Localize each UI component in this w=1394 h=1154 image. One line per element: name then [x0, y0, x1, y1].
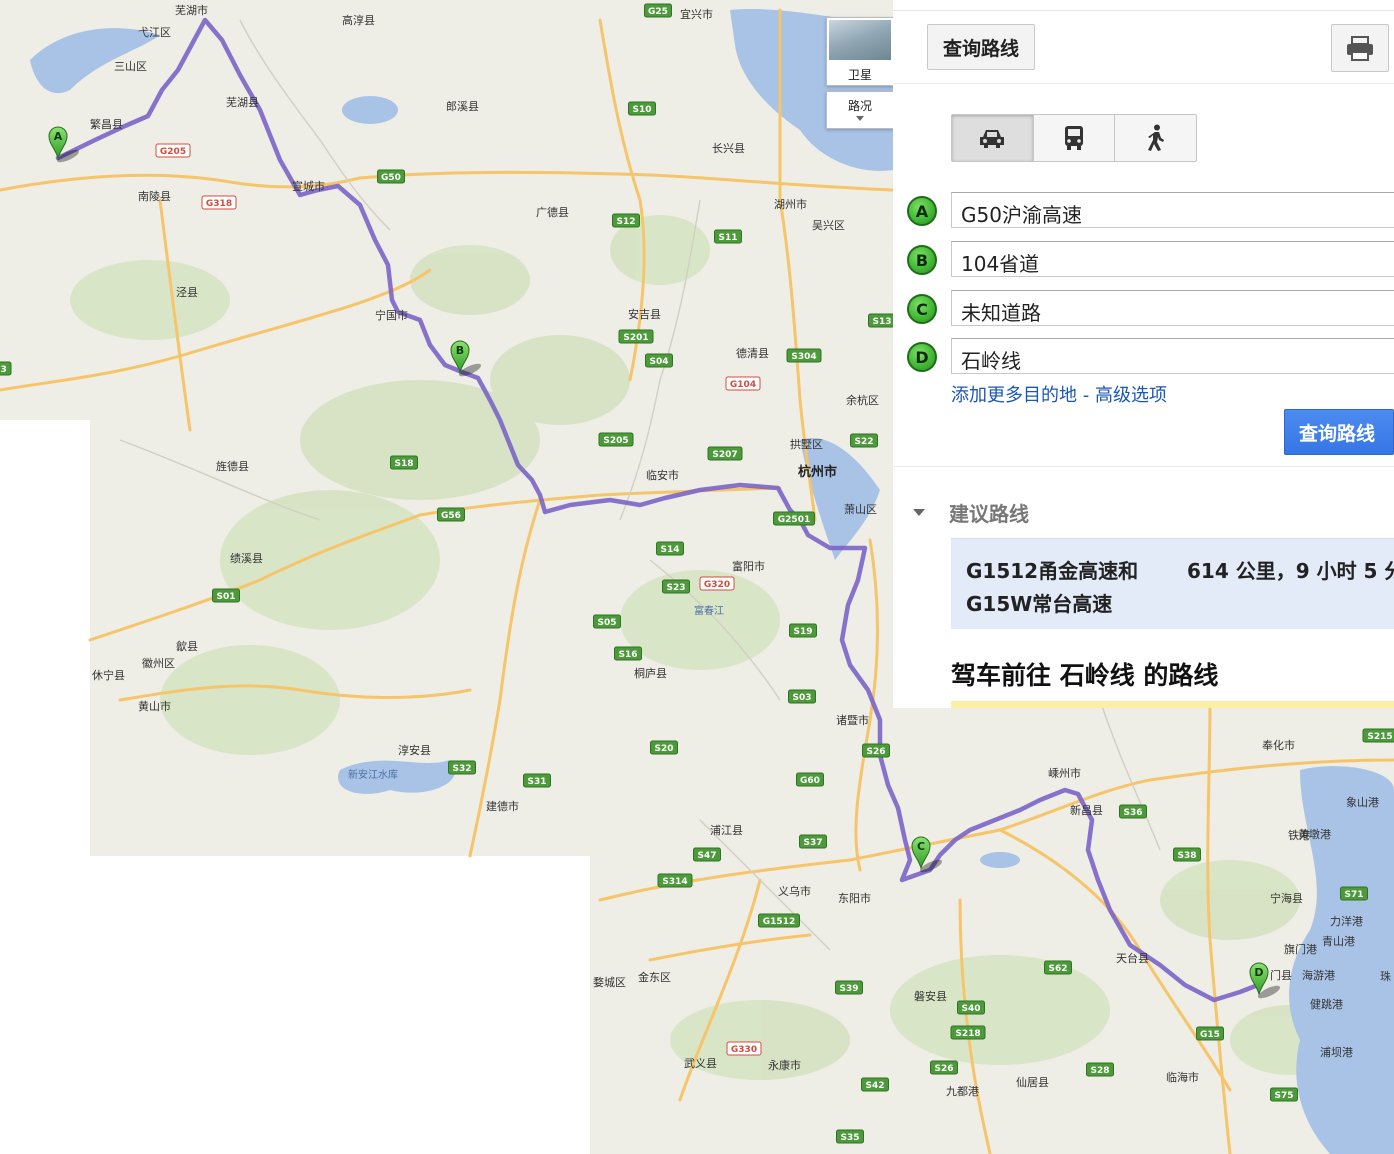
route-option[interactable]: G1512甬金高速和 G15W常台高速 614 公里，9 小时 5 分 — [951, 538, 1394, 629]
satellite-thumbnail — [829, 20, 891, 60]
waypoint-input[interactable]: G50沪渝高速 — [951, 192, 1394, 228]
advanced-options-link[interactable]: 高级选项 — [1095, 385, 1167, 406]
travel-mode-selector — [951, 114, 1197, 162]
suggested-routes-title: 建议路线 — [949, 502, 1029, 526]
suggested-routes-header[interactable]: 建议路线 — [913, 498, 1029, 527]
traffic-label: 路况 — [847, 99, 872, 113]
directions-panel: 查询路线 A G50沪渝高速 B 104省道 C 未知道路 D 石岭线 添加更多… — [893, 0, 1394, 708]
satellite-toggle[interactable]: 卫星 — [826, 17, 894, 86]
print-button[interactable] — [1331, 24, 1389, 72]
route-name: G1512甬金高速和 G15W常台高速 — [966, 559, 1139, 616]
add-destination-link[interactable]: 添加更多目的地 — [951, 385, 1077, 406]
caret-down-icon — [913, 509, 925, 516]
query-route-button-top[interactable]: 查询路线 — [927, 24, 1035, 70]
traffic-toggle[interactable]: 路况 — [826, 91, 894, 129]
car-icon — [980, 130, 1005, 148]
mode-car[interactable] — [952, 115, 1034, 161]
divider — [893, 466, 1394, 467]
walk-icon — [1147, 124, 1164, 151]
highlight-bar — [951, 701, 1394, 708]
panel-top-border — [893, 0, 1394, 11]
waypoint-input[interactable]: 未知道路 — [951, 290, 1394, 326]
printer-icon — [1347, 36, 1373, 61]
satellite-label: 卫星 — [847, 68, 872, 82]
mode-transit[interactable] — [1034, 115, 1116, 161]
waypoint-badge[interactable]: C — [907, 294, 937, 324]
drive-directions-title: 驾车前往 石岭线 的路线 — [951, 661, 1219, 690]
bus-icon — [1065, 126, 1083, 150]
waypoint-badge[interactable]: B — [907, 245, 937, 275]
waypoint-input[interactable]: 石岭线 — [951, 338, 1394, 374]
mode-walk[interactable] — [1115, 115, 1196, 161]
waypoint-badge[interactable]: D — [907, 342, 937, 372]
waypoint-input[interactable]: 104省道 — [951, 241, 1394, 277]
chevron-down-icon — [856, 116, 864, 121]
divider — [893, 83, 1394, 84]
options-links: 添加更多目的地 - 高级选项 — [951, 381, 1167, 407]
route-distance-time: 614 公里，9 小时 5 分 — [1187, 559, 1394, 583]
waypoint-badge[interactable]: A — [907, 196, 937, 226]
link-separator: - — [1077, 385, 1095, 406]
query-route-button[interactable]: 查询路线 — [1284, 409, 1394, 455]
